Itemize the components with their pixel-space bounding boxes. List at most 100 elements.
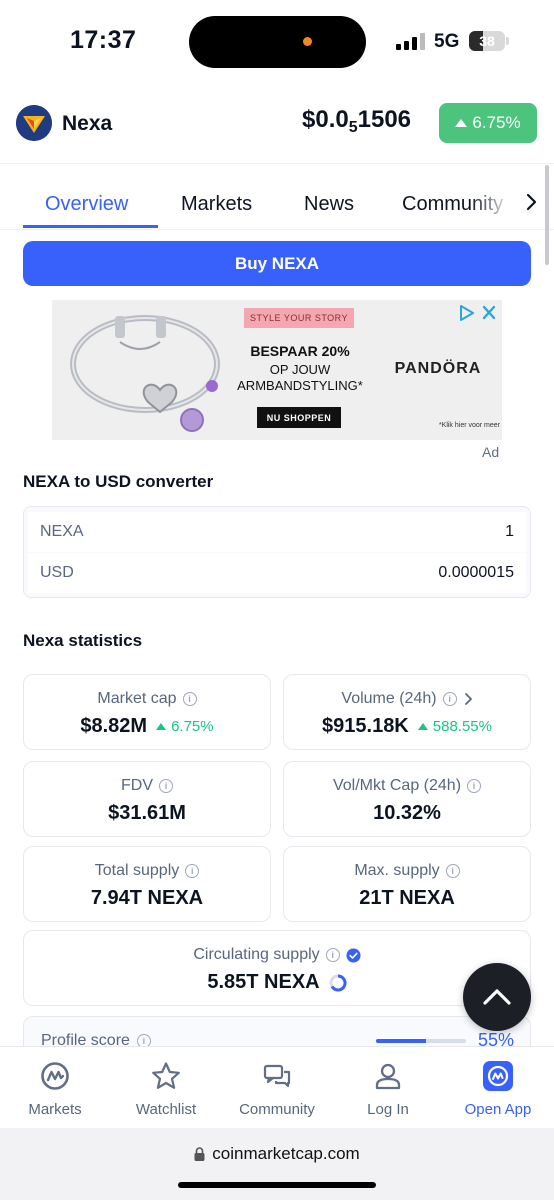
volume-change: 588.55%	[432, 718, 492, 735]
circulating-supply-label: Circulating supply	[193, 946, 320, 963]
tab-news[interactable]: News	[304, 193, 354, 216]
info-icon[interactable]: i	[182, 692, 197, 706]
market-cap-label: Market cap	[97, 690, 177, 707]
recording-dot-icon	[303, 37, 312, 46]
status-time: 17:37	[70, 26, 137, 54]
battery-level: 38	[479, 33, 495, 49]
scroll-to-top-button[interactable]	[463, 963, 531, 1031]
profile-score-bar	[376, 1039, 466, 1043]
circulating-supply-value: 5.85T NEXA	[207, 971, 320, 993]
ad-line-2: ARMBANDSTYLING*	[237, 378, 363, 393]
advertisement[interactable]: STYLE YOUR STORY BESPAAR 20% OP JOUW ARM…	[52, 300, 502, 440]
max-supply-label: Max. supply	[354, 862, 440, 879]
url-text[interactable]: coinmarketcap.com	[212, 1144, 359, 1164]
converter-box: NEXA 1 USD 0.0000015	[23, 506, 531, 598]
ad-line-1: OP JOUW	[269, 362, 331, 377]
nav-open-app[interactable]: Open App	[443, 1047, 553, 1129]
converter-to-input[interactable]: 0.0000015	[438, 564, 514, 582]
dynamic-island	[189, 16, 366, 68]
info-icon[interactable]: i	[442, 692, 457, 706]
converter-title: NEXA to USD converter	[23, 472, 214, 491]
total-supply-label: Total supply	[94, 862, 180, 879]
converter-from-row[interactable]: NEXA 1	[28, 512, 526, 552]
arrow-up-icon	[156, 723, 167, 730]
battery-icon: 38	[469, 31, 505, 51]
network-type: 5G	[434, 31, 460, 52]
nav-markets[interactable]: Markets	[0, 1047, 110, 1129]
info-icon[interactable]: i	[445, 864, 460, 878]
nav-watchlist-label: Watchlist	[135, 1101, 197, 1118]
ad-choices-icon[interactable]	[458, 304, 498, 322]
price-main: $0.0	[302, 106, 349, 133]
tab-bar: Overview Markets News Community	[0, 164, 554, 230]
chevron-right-icon[interactable]	[520, 190, 544, 214]
tab-markets[interactable]: Markets	[181, 193, 252, 216]
chevron-up-icon	[483, 989, 511, 1005]
nav-login-label: Log In	[367, 1101, 409, 1118]
scrollbar[interactable]	[545, 165, 549, 265]
price-zero-count: 5	[348, 119, 358, 136]
ad-label: Ad	[482, 444, 500, 460]
price-change-badge: 6.75%	[439, 103, 537, 143]
nav-login[interactable]: Log In	[333, 1047, 443, 1129]
lock-icon	[194, 1147, 205, 1161]
nav-community-label: Community	[239, 1101, 315, 1118]
arrow-up-icon	[455, 119, 468, 127]
coin-price: $0.051506	[302, 106, 411, 137]
ad-note: *Klik hier voor meer	[438, 422, 500, 429]
converter-to-row[interactable]: USD 0.0000015	[28, 553, 526, 593]
arrow-up-icon	[417, 723, 428, 730]
markets-logo-icon	[41, 1062, 69, 1090]
fdv-label: FDV	[121, 777, 153, 794]
max-supply-card[interactable]: Max. supply i 21T NEXA	[283, 846, 531, 922]
ad-tag: STYLE YOUR STORY	[244, 308, 354, 328]
max-supply-value: 21T NEXA	[359, 887, 455, 909]
fdv-card[interactable]: FDV i $31.61M	[23, 761, 271, 837]
bracelet-image	[70, 315, 220, 432]
market-cap-change: 6.75%	[171, 718, 214, 735]
nav-watchlist[interactable]: Watchlist	[111, 1047, 221, 1129]
vol-mkt-cap-value: 10.32%	[373, 802, 441, 824]
converter-to-label: USD	[40, 564, 74, 581]
ad-headline: BESPAAR 20%	[250, 343, 350, 359]
chevron-right-icon[interactable]	[463, 692, 473, 706]
nav-markets-label: Markets	[28, 1101, 82, 1118]
coin-header: Nexa $0.051506 6.75%	[0, 84, 554, 164]
statistics-title: Nexa statistics	[23, 631, 143, 650]
app-icon	[483, 1061, 513, 1091]
total-supply-value: 7.94T NEXA	[90, 887, 204, 909]
volume-card[interactable]: Volume (24h) i $915.18K 588.55%	[283, 674, 531, 750]
market-cap-value: $8.82M	[80, 715, 148, 737]
nav-community[interactable]: Community	[222, 1047, 332, 1129]
volume-label: Volume (24h)	[341, 690, 437, 707]
circulating-supply-card[interactable]: Circulating supply i 5.85T NEXA	[23, 930, 531, 1006]
home-indicator[interactable]	[178, 1182, 376, 1188]
buy-button[interactable]: Buy NEXA	[23, 241, 531, 286]
converter-from-input[interactable]: 1	[505, 523, 514, 541]
coin-name: Nexa	[62, 112, 113, 135]
fdv-value: $31.61M	[108, 802, 186, 824]
battery-tip	[506, 37, 509, 45]
price-tail: 1506	[357, 106, 412, 133]
info-icon[interactable]: i	[185, 864, 200, 878]
info-icon[interactable]: i	[467, 779, 482, 793]
info-icon[interactable]: i	[325, 948, 340, 962]
nexa-logo-icon	[16, 105, 52, 141]
ad-cta-button[interactable]: NU SHOPPEN	[257, 407, 341, 428]
total-supply-card[interactable]: Total supply i 7.94T NEXA	[23, 846, 271, 922]
active-tab-underline	[23, 225, 158, 228]
ad-brand: PANDÖRA	[394, 360, 482, 377]
vol-mkt-cap-card[interactable]: Vol/Mkt Cap (24h) i 10.32%	[283, 761, 531, 837]
volume-value: $915.18K	[322, 715, 409, 737]
tab-overview[interactable]: Overview	[45, 193, 128, 216]
price-change-value: 6.75%	[472, 113, 521, 132]
vol-mkt-cap-label: Vol/Mkt Cap (24h)	[332, 777, 462, 794]
bottom-nav: Markets Watchlist Community Log In Open …	[0, 1046, 554, 1128]
star-icon	[152, 1062, 180, 1089]
info-icon[interactable]: i	[159, 779, 173, 793]
signal-icon	[396, 33, 426, 50]
converter-from-label: NEXA	[40, 523, 84, 540]
chat-bubbles-icon	[263, 1064, 291, 1088]
market-cap-card[interactable]: Market cap i $8.82M 6.75%	[23, 674, 271, 750]
browser-url-bar[interactable]: coinmarketcap.com	[0, 1128, 554, 1200]
